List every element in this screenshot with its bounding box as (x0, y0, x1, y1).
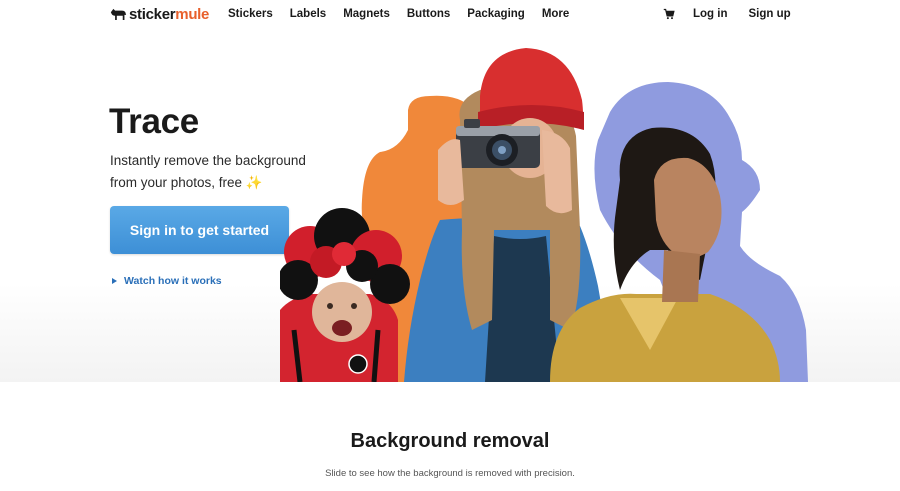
hero-section: Trace Instantly remove the background fr… (0, 30, 900, 382)
signup-link[interactable]: Sign up (749, 8, 791, 20)
mule-icon (110, 8, 127, 20)
nav-magnets[interactable]: Magnets (343, 8, 390, 20)
logo-text-mule: mule (175, 5, 210, 23)
boy-mouth (332, 320, 352, 336)
hero-subtitle-line1: Instantly remove the background (110, 153, 306, 168)
sparkle-icon: ✨ (245, 175, 263, 190)
nav-more[interactable]: More (542, 8, 569, 20)
collage-illustration (280, 48, 808, 382)
nav-packaging[interactable]: Packaging (467, 8, 525, 20)
top-nav: stickermule Stickers Labels Magnets Butt… (0, 0, 900, 30)
play-triangle-icon (112, 278, 117, 284)
hero-subtitle-line2: from your photos, free (110, 175, 243, 190)
camera-icon (456, 119, 540, 168)
nav-account-area: Log in Sign up (663, 8, 812, 20)
logo-text-sticker: sticker (129, 5, 176, 23)
hero-photo-collage (280, 30, 810, 382)
stickermule-logo[interactable]: stickermule (110, 5, 209, 23)
background-removal-section: Background removal Slide to see how the … (0, 382, 900, 491)
login-link[interactable]: Log in (693, 8, 728, 20)
watch-label: Watch how it works (124, 275, 222, 287)
woman-neck (662, 250, 700, 302)
page-title: Trace (109, 102, 199, 141)
nav-buttons[interactable]: Buttons (407, 8, 450, 20)
section-title: Background removal (350, 430, 550, 452)
nav-stickers[interactable]: Stickers (228, 8, 273, 20)
nav-labels[interactable]: Labels (290, 8, 326, 20)
jersey-badge (348, 354, 368, 374)
section-subtitle: Slide to see how the background is remov… (325, 468, 575, 479)
sign-in-cta-button[interactable]: Sign in to get started (110, 206, 289, 254)
watch-how-it-works-link[interactable]: Watch how it works (112, 275, 222, 287)
main-nav-links: Stickers Labels Magnets Buttons Packagin… (228, 8, 569, 20)
cart-icon[interactable] (663, 8, 675, 20)
